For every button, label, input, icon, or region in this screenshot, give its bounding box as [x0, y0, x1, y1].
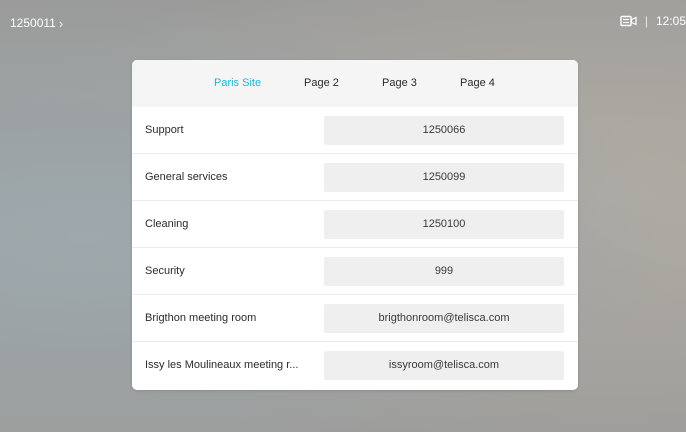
directory-list: Support 1250066 General services 1250099…: [132, 107, 578, 389]
tab-page-2[interactable]: Page 2: [304, 77, 339, 89]
dial-button[interactable]: 1250066: [324, 116, 564, 145]
tab-page-4[interactable]: Page 4: [460, 77, 495, 89]
dial-button[interactable]: brigthonroom@telisca.com: [324, 304, 564, 333]
tab-page-3[interactable]: Page 3: [382, 77, 417, 89]
list-item-general-services: General services 1250099: [132, 154, 578, 201]
dial-button[interactable]: 999: [324, 257, 564, 286]
list-item-brigthon-room: Brigthon meeting room brigthonroom@telis…: [132, 295, 578, 342]
row-label: Issy les Moulineaux meeting r...: [145, 359, 299, 371]
row-label: Brigthon meeting room: [145, 312, 257, 324]
chevron-right-icon: ›: [58, 15, 64, 31]
status-separator: |: [644, 14, 648, 28]
directory-panel: Paris Site Page 2 Page 3 Page 4 Support …: [132, 60, 578, 390]
row-label: General services: [145, 171, 228, 183]
dial-button[interactable]: 1250100: [324, 210, 564, 239]
camera-icon[interactable]: [620, 15, 637, 27]
list-item-support: Support 1250066: [132, 107, 578, 154]
dial-button[interactable]: 1250099: [324, 163, 564, 192]
list-item-issy-room: Issy les Moulineaux meeting r... issyroo…: [132, 342, 578, 389]
tab-paris-site[interactable]: Paris Site: [214, 77, 261, 89]
row-label: Support: [145, 124, 184, 136]
row-label: Cleaning: [145, 218, 189, 230]
status-bar: 1250011 › | 12:05: [0, 0, 686, 40]
list-item-security: Security 999: [132, 248, 578, 295]
clock: 12:05: [655, 14, 686, 28]
row-label: Security: [145, 265, 185, 277]
dial-button[interactable]: issyroom@telisca.com: [324, 351, 564, 380]
status-right: | 12:05: [620, 14, 686, 28]
call-id-button[interactable]: 1250011 ›: [10, 16, 63, 30]
call-id-label: 1250011: [10, 16, 56, 30]
page-tabs: Paris Site Page 2 Page 3 Page 4: [132, 60, 578, 107]
touch-panel-screen: 1250011 › | 12:05 Paris Site Page 2 Page…: [0, 0, 686, 432]
list-item-cleaning: Cleaning 1250100: [132, 201, 578, 248]
